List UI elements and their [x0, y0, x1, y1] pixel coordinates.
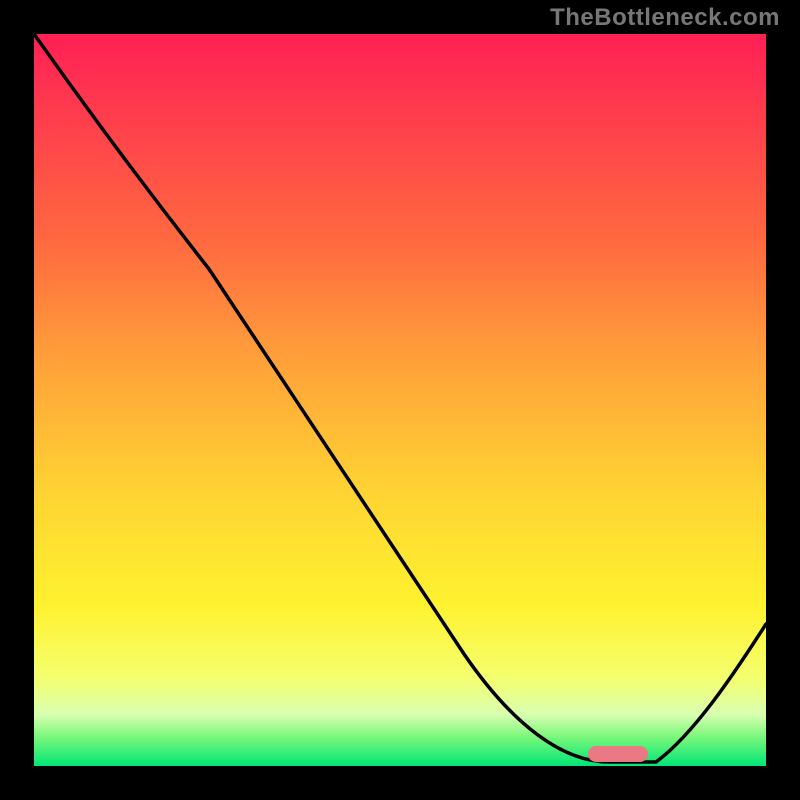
plot-area	[34, 34, 766, 766]
watermark: TheBottleneck.com	[550, 4, 780, 32]
optimal-marker	[588, 746, 648, 762]
chart-frame: TheBottleneck.com	[0, 0, 800, 800]
bottleneck-curve	[34, 34, 766, 766]
